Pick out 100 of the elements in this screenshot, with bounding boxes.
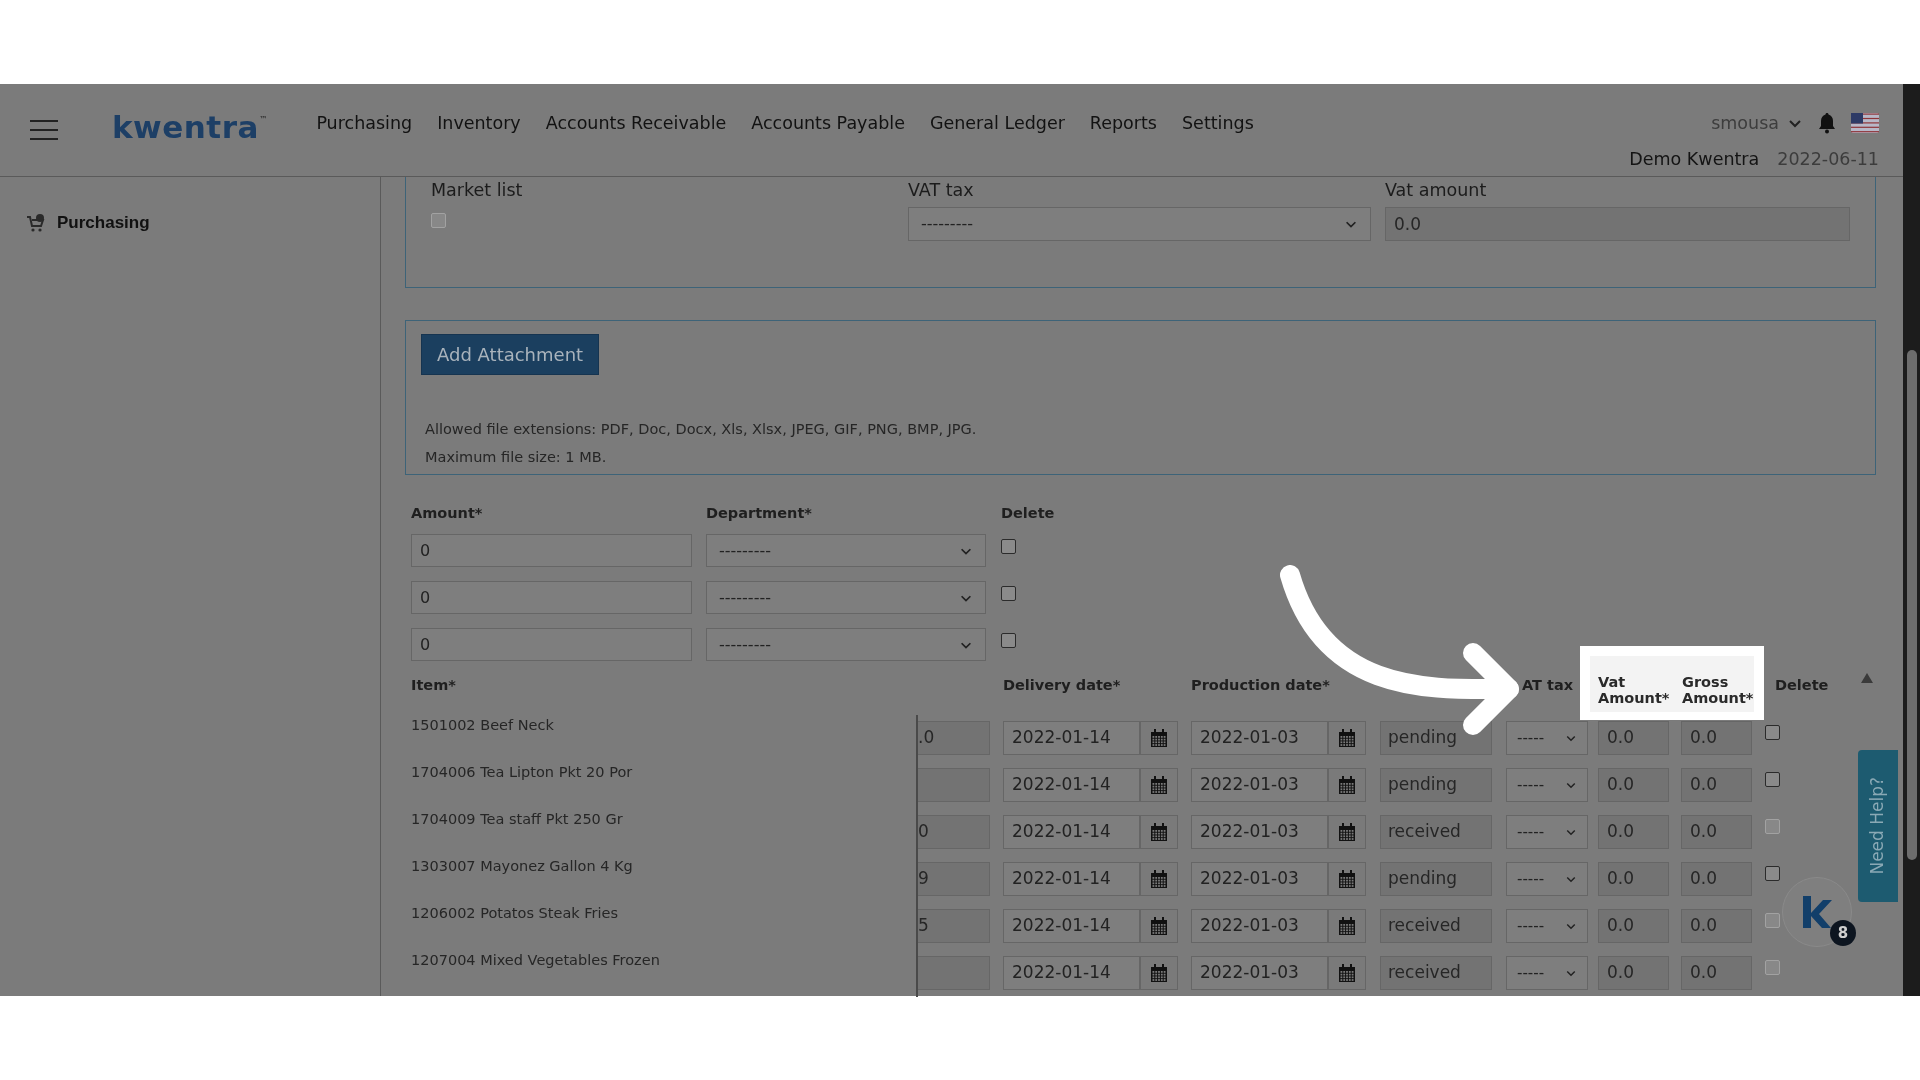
status-field: pending <box>1380 768 1492 802</box>
checkbox[interactable] <box>1765 865 1780 881</box>
input-field[interactable]: 0.0 <box>1681 768 1752 802</box>
column-header: Vat Amount* <box>1598 674 1671 708</box>
column-header: Delivery date* <box>1003 676 1122 695</box>
scrollbar[interactable] <box>1903 84 1920 996</box>
input-field[interactable]: 0.0 <box>1385 207 1850 242</box>
date-input[interactable]: 2022-01-14 <box>1003 768 1140 802</box>
calendar-button[interactable] <box>1140 862 1178 896</box>
chat-button[interactable] <box>1782 877 1852 947</box>
calendar-icon <box>1337 963 1357 983</box>
chat-logo-icon <box>1800 894 1834 930</box>
logo[interactable]: kwentra™ <box>112 109 268 145</box>
column-header: Delete <box>1775 676 1829 695</box>
calendar-button[interactable] <box>1140 909 1178 943</box>
item-name[interactable]: 1303007 Mayonez Gallon 4 Kg <box>411 855 633 878</box>
status-field: received <box>1380 956 1492 990</box>
amount-input[interactable]: 0 <box>411 581 692 614</box>
column-header: Gross Amount* <box>1682 674 1754 708</box>
select-field[interactable]: --------- <box>908 207 1371 242</box>
column-header: Amount* <box>411 504 484 520</box>
calendar-icon <box>1337 916 1357 936</box>
calendar-icon <box>1337 822 1357 842</box>
item-name[interactable]: 1501002 Beef Neck <box>411 714 554 737</box>
calendar-button[interactable] <box>1328 768 1366 802</box>
column-header: Delete <box>1001 504 1055 520</box>
add-attachment-button[interactable]: Add Attachment <box>421 334 600 375</box>
help-text: Allowed file extensions: PDF, Doc, Docx, Xls, Xlsx, JPEG, GIF, PNG, BMP, JPG. <box>425 420 977 439</box>
help-text: Maximum file size: 1 MB. <box>425 448 608 467</box>
calendar-button[interactable] <box>1140 815 1178 849</box>
department-select[interactable]: --------- <box>706 581 986 614</box>
calendar-icon <box>1149 728 1169 748</box>
amount-input[interactable]: 0 <box>411 534 692 567</box>
menu-icon[interactable] <box>30 120 58 140</box>
quantity-input[interactable] <box>918 768 990 802</box>
date-input[interactable]: 2022-01-03 <box>1191 862 1328 896</box>
checkbox[interactable] <box>1765 724 1780 740</box>
date-input[interactable]: 2022-01-03 <box>1191 768 1328 802</box>
department-select[interactable]: --------- <box>706 628 986 661</box>
quantity-input[interactable]: 9 <box>918 862 990 896</box>
nav-link[interactable]: Accounts Payable <box>751 110 905 137</box>
input-field[interactable]: 0.0 <box>1598 862 1669 896</box>
input-field[interactable]: 0.0 <box>1598 768 1669 802</box>
nav-link[interactable]: Settings <box>1182 110 1254 137</box>
checkbox[interactable] <box>431 213 446 229</box>
vat-select[interactable]: ----- <box>1506 768 1588 802</box>
checkbox[interactable] <box>1765 771 1780 787</box>
amount-input[interactable]: 0 <box>411 628 692 661</box>
field-label: VAT tax <box>908 179 975 202</box>
nav-link[interactable]: Purchasing <box>316 110 413 137</box>
nav-link[interactable]: Accounts Receivable <box>545 110 727 137</box>
user-menu[interactable]: smousa <box>1711 110 1803 137</box>
item-name[interactable]: 1704006 Tea Lipton Pkt 20 Por <box>411 761 633 784</box>
calendar-button[interactable] <box>1328 815 1366 849</box>
input-field[interactable]: 0.0 <box>1681 721 1752 755</box>
status-field: received <box>1380 815 1492 849</box>
current-date: 2022-06-11 <box>1777 148 1879 172</box>
input-field[interactable]: 0.0 <box>1598 721 1669 755</box>
department-select[interactable]: --------- <box>706 534 986 567</box>
notification-badge: 8 <box>1830 920 1856 946</box>
trademark-sign: ™ <box>258 115 268 125</box>
nav-link[interactable]: Inventory <box>437 110 521 137</box>
checkbox[interactable] <box>1001 586 1016 601</box>
logo-text: kwentra <box>112 109 259 145</box>
nav-link[interactable]: General Ledger <box>929 110 1065 137</box>
calendar-icon <box>1337 775 1357 795</box>
calendar-button[interactable] <box>1140 956 1178 990</box>
field-label: Vat amount <box>1385 179 1488 202</box>
quantity-input[interactable]: .0 <box>918 721 990 755</box>
calendar-button[interactable] <box>1328 721 1366 755</box>
calendar-button[interactable] <box>1328 909 1366 943</box>
column-header: AT tax <box>1522 677 1574 693</box>
calendar-button[interactable] <box>1328 862 1366 896</box>
status-field: pending <box>1380 721 1492 755</box>
calendar-button[interactable] <box>1140 768 1178 802</box>
calendar-button[interactable] <box>1140 721 1178 755</box>
status-field: pending <box>1380 862 1492 896</box>
date-input[interactable]: 2022-01-03 <box>1191 721 1328 755</box>
column-header: Department* <box>706 504 813 520</box>
help-tab[interactable]: Need Help? <box>1858 750 1898 902</box>
calendar-icon <box>1149 822 1169 842</box>
field-label: Market list <box>431 179 524 202</box>
input-field[interactable]: 0.0 <box>1681 862 1752 896</box>
calendar-icon <box>1149 916 1169 936</box>
sidebar-item[interactable]: Purchasing <box>26 210 380 236</box>
calendar-button[interactable] <box>1328 956 1366 990</box>
calendar-icon <box>1337 728 1357 748</box>
date-input[interactable]: 2022-01-14 <box>1003 721 1140 755</box>
quantity-input[interactable] <box>918 956 990 990</box>
nav-link[interactable]: Reports <box>1089 110 1157 137</box>
bell-icon[interactable] <box>1817 112 1837 135</box>
vat-select[interactable]: ----- <box>1506 862 1588 896</box>
checkbox[interactable] <box>1001 539 1016 554</box>
checkbox[interactable] <box>1001 633 1016 648</box>
scroll-up-icon[interactable] <box>1861 673 1873 683</box>
vat-select[interactable]: ----- <box>1506 721 1588 755</box>
column-header: Item* <box>410 676 457 695</box>
date-input[interactable]: 2022-01-14 <box>1003 862 1140 896</box>
cart-icon <box>26 212 46 233</box>
flag-icon[interactable] <box>1851 113 1879 134</box>
